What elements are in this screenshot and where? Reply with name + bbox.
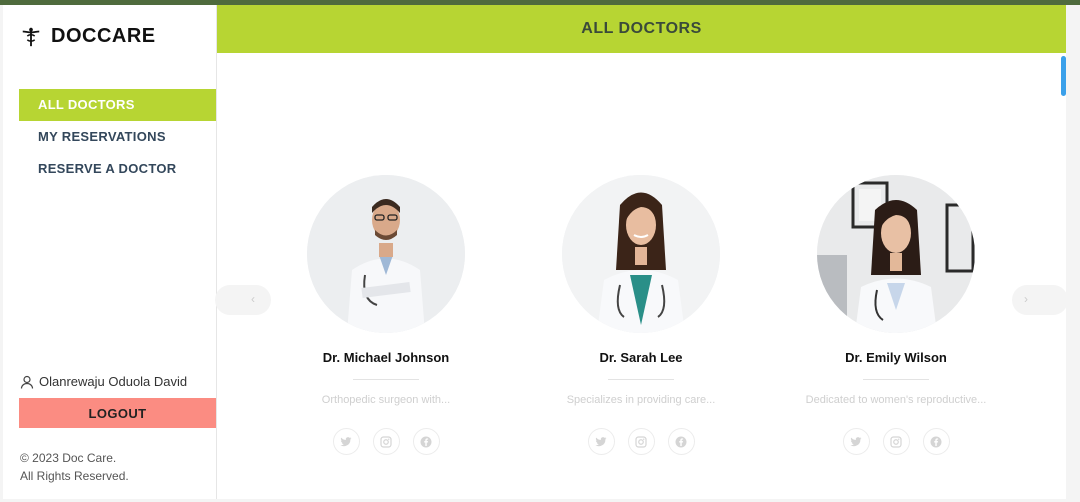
sidebar-item-all-doctors[interactable]: ALL DOCTORS	[19, 89, 216, 121]
doctor-photo	[817, 175, 975, 333]
facebook-link[interactable]	[412, 428, 440, 455]
user-icon	[20, 375, 34, 389]
doctor-description: Dedicated to women's reproductive...	[805, 394, 987, 406]
twitter-link[interactable]	[332, 428, 360, 455]
brand-name: DOCCARE	[51, 25, 156, 47]
doctor-photo	[562, 175, 720, 333]
sidebar-nav: ALL DOCTORS MY RESERVATIONS RESERVE A DO…	[19, 89, 216, 185]
carousel-prev-button[interactable]: ‹	[215, 285, 271, 315]
divider	[863, 379, 929, 380]
scrollbar-thumb[interactable]	[1061, 56, 1066, 96]
doctor-card[interactable]: Dr. Sarah Lee Specializes in providing c…	[531, 175, 751, 455]
chevron-left-icon: ‹	[251, 292, 255, 306]
facebook-link[interactable]	[667, 428, 695, 455]
twitter-link[interactable]	[842, 428, 870, 455]
doctor-photo	[307, 175, 465, 333]
user-name: Olanrewaju Oduola David	[39, 374, 188, 389]
sidebar: DOCCARE ALL DOCTORS MY RESERVATIONS RESE…	[3, 5, 217, 499]
facebook-icon	[930, 436, 942, 447]
social-links	[276, 428, 496, 455]
divider	[353, 379, 419, 380]
instagram-link[interactable]	[627, 428, 655, 455]
instagram-icon	[890, 435, 902, 448]
sidebar-item-reserve-a-doctor[interactable]: RESERVE A DOCTOR	[19, 153, 216, 185]
facebook-icon	[675, 436, 687, 447]
social-links	[531, 428, 751, 455]
doctor-description: Specializes in providing care...	[566, 394, 716, 406]
doctor-name: Dr. Emily Wilson	[845, 350, 947, 365]
page-title: ALL DOCTORS	[217, 5, 1066, 53]
divider	[608, 379, 674, 380]
facebook-link[interactable]	[922, 428, 950, 455]
footer-rights: All Rights Reserved.	[20, 469, 129, 483]
instagram-link[interactable]	[372, 428, 400, 455]
doctor-card[interactable]: Dr. Emily Wilson Dedicated to women's re…	[786, 175, 1006, 455]
instagram-link[interactable]	[882, 428, 910, 455]
user-info: Olanrewaju Oduola David	[20, 374, 187, 389]
chevron-right-icon: ›	[1024, 292, 1028, 306]
twitter-icon	[595, 436, 607, 446]
twitter-link[interactable]	[587, 428, 615, 455]
doctor-card[interactable]: Dr. Michael Johnson Orthopedic surgeon w…	[276, 175, 496, 455]
instagram-icon	[380, 435, 392, 448]
scrollbar-track[interactable]	[1066, 5, 1080, 499]
caduceus-icon	[22, 27, 40, 46]
footer-copyright: © 2023 Doc Care.	[20, 451, 117, 465]
facebook-icon	[420, 436, 432, 447]
carousel-next-button[interactable]: ›	[1012, 285, 1068, 315]
doctor-name: Dr. Michael Johnson	[322, 350, 450, 365]
twitter-icon	[850, 436, 862, 446]
logout-button[interactable]: LOGOUT	[19, 398, 216, 428]
twitter-icon	[340, 436, 352, 446]
sidebar-item-my-reservations[interactable]: MY RESERVATIONS	[19, 121, 216, 153]
doctor-name: Dr. Sarah Lee	[599, 350, 683, 365]
brand[interactable]: DOCCARE	[20, 25, 156, 48]
instagram-icon	[635, 435, 647, 448]
footer: © 2023 Doc Care. All Rights Reserved.	[20, 449, 129, 485]
doctor-description: Orthopedic surgeon with...	[321, 394, 451, 406]
social-links	[786, 428, 1006, 455]
